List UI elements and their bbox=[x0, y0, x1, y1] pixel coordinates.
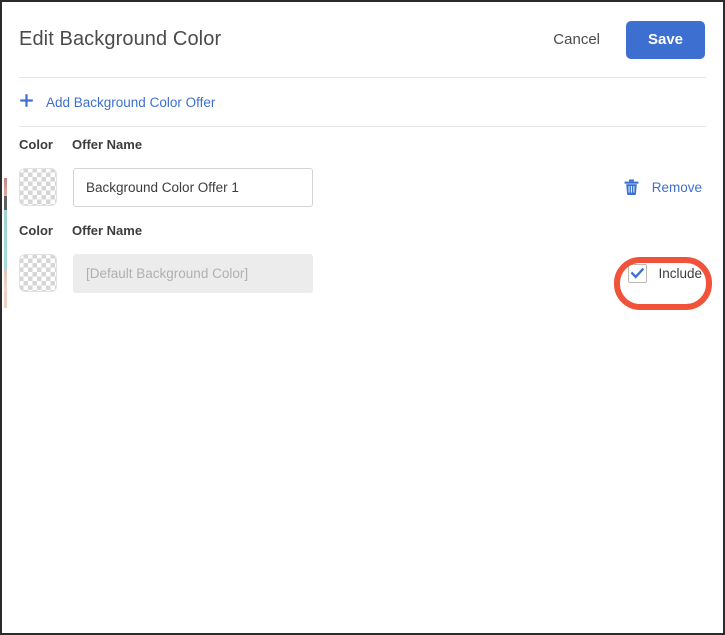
column-header-color: Color bbox=[19, 222, 53, 238]
row-action-remove: Remove bbox=[622, 175, 704, 199]
include-checkbox[interactable]: Include bbox=[626, 260, 704, 287]
remove-button[interactable]: Remove bbox=[622, 175, 704, 199]
column-header-offer-name: Offer Name bbox=[72, 222, 143, 238]
remove-label: Remove bbox=[651, 179, 702, 195]
plus-icon bbox=[19, 93, 34, 112]
offer-name-input-default bbox=[73, 253, 313, 293]
column-header-offer-name: Offer Name bbox=[72, 136, 143, 152]
checkbox-box[interactable] bbox=[628, 263, 648, 283]
color-swatch-transparent-icon[interactable] bbox=[19, 254, 57, 292]
cancel-button[interactable]: Cancel bbox=[549, 25, 604, 54]
row-action-include: Include bbox=[626, 260, 704, 287]
add-offer-label: Add Background Color Offer bbox=[46, 94, 216, 110]
trash-icon bbox=[624, 179, 639, 195]
table-row: Remove bbox=[19, 161, 706, 213]
checkmark-icon bbox=[631, 267, 645, 279]
color-swatch-transparent-icon[interactable] bbox=[19, 168, 57, 206]
header-actions: Cancel Save bbox=[549, 20, 705, 59]
page-title: Edit Background Color bbox=[19, 28, 222, 50]
column-headers-row-1: Color Offer Name bbox=[19, 127, 706, 161]
offer-name-input[interactable] bbox=[73, 167, 313, 207]
table-row: Include bbox=[19, 247, 706, 299]
dialog-window: Edit Background Color Cancel Save Add Ba… bbox=[0, 0, 725, 635]
dialog-header: Edit Background Color Cancel Save bbox=[2, 2, 723, 77]
add-background-color-offer-button[interactable]: Add Background Color Offer bbox=[19, 93, 215, 112]
save-button[interactable]: Save bbox=[626, 20, 705, 59]
column-headers-row-2: Color Offer Name bbox=[19, 213, 706, 247]
include-label: Include bbox=[658, 265, 702, 281]
add-offer-row: Add Background Color Offer bbox=[2, 78, 723, 126]
column-header-color: Color bbox=[19, 136, 53, 152]
offers-table: Color Offer Name Background Color Offer … bbox=[2, 127, 723, 299]
